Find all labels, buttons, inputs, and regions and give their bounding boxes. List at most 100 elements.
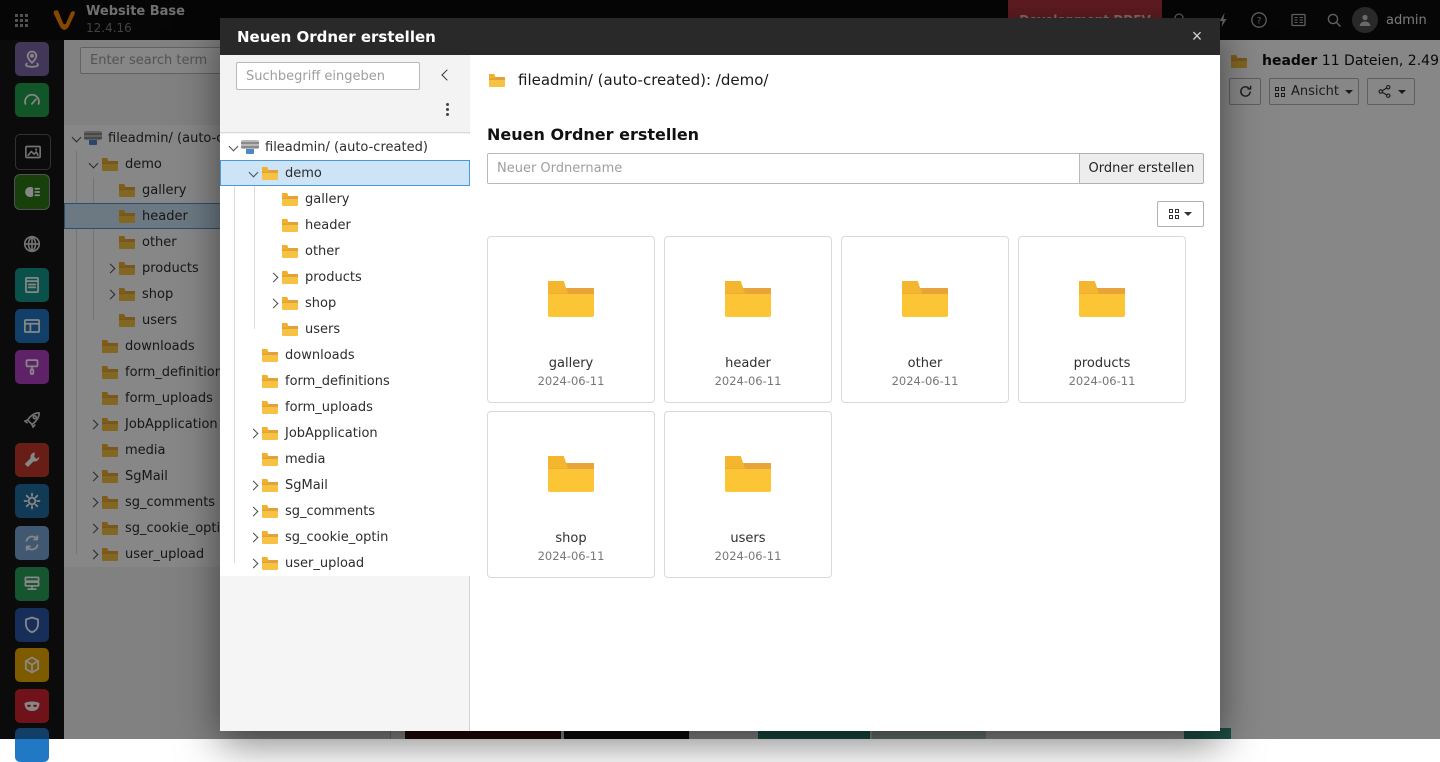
create-folder-modal: Neuen Ordner erstellen × fileadmin/ (aut… <box>220 18 1220 731</box>
tree-item-label: form_definitions <box>285 374 390 389</box>
tree-item-header[interactable]: header <box>220 212 470 238</box>
modal-tree-search-input[interactable] <box>236 62 420 90</box>
folder-icon <box>262 349 278 362</box>
modal-title: Neuen Ordner erstellen <box>237 28 436 46</box>
folder-icon <box>262 427 278 440</box>
tree-item-label: JobApplication <box>285 426 378 441</box>
create-folder-button[interactable]: Ordner erstellen <box>1080 153 1204 184</box>
folder-icon <box>725 237 771 354</box>
modal-tree-toolbar <box>220 55 470 133</box>
folder-tile-date: 2024-06-11 <box>538 374 605 388</box>
folder-icon <box>1079 237 1125 354</box>
chevron-down-icon[interactable] <box>227 145 240 150</box>
modal-file-tree: fileadmin/ (auto-created) demo gallery head… <box>220 134 470 576</box>
folder-tile-date: 2024-06-11 <box>538 549 605 563</box>
tree-item-label: products <box>305 270 362 285</box>
tree-item-sg_comments[interactable]: sg_comments <box>220 498 470 524</box>
tree-item-fileadmin-auto-created-[interactable]: fileadmin/ (auto-created) <box>220 134 470 160</box>
folder-icon <box>548 412 594 529</box>
tree-item-label: demo <box>285 166 322 181</box>
folder-icon <box>282 219 298 232</box>
tree-item-label: other <box>305 244 340 259</box>
breadcrumb: fileadmin/ (auto-created): /demo/ <box>487 71 768 89</box>
collapse-panel-button[interactable] <box>436 64 458 86</box>
tree-item-other[interactable]: other <box>220 238 470 264</box>
folder-tile-header[interactable]: header 2024-06-11 <box>664 236 832 403</box>
new-folder-form: Ordner erstellen <box>487 153 1204 184</box>
tree-item-label: sg_cookie_optin <box>285 530 388 545</box>
folder-tile-products[interactable]: products2024-06-11 <box>1018 236 1186 403</box>
storage-icon <box>241 140 259 154</box>
folder-tile-date: 2024-06-11 <box>1069 374 1136 388</box>
folder-icon <box>262 505 278 518</box>
folder-icon <box>282 193 298 206</box>
chevron-right-icon[interactable] <box>247 430 260 437</box>
tree-item-label: header <box>305 218 351 233</box>
folder-icon <box>262 401 278 414</box>
tree-item-label: SgMail <box>285 478 328 493</box>
folder-icon <box>262 479 278 492</box>
tree-options-button[interactable] <box>438 97 456 121</box>
tree-item-SgMail[interactable]: SgMail <box>220 472 470 498</box>
folder-tile-name: gallery <box>549 356 593 371</box>
tree-item-products[interactable]: products <box>220 264 470 290</box>
tree-item-users[interactable]: users <box>220 316 470 342</box>
tree-item-downloads[interactable]: downloads <box>220 342 470 368</box>
tree-item-label: user_upload <box>285 556 364 571</box>
tiles-view-icon <box>1169 209 1179 219</box>
folder-tile-date: 2024-06-11 <box>715 549 782 563</box>
folder-tile-other[interactable]: other2024-06-11 <box>841 236 1009 403</box>
chevron-right-icon[interactable] <box>267 274 280 281</box>
typo3-backend: Website Base 12.4.16 Development DDEV ? … <box>0 0 1440 739</box>
tree-item-sg_cookie_optin[interactable]: sg_cookie_optin <box>220 524 470 550</box>
chevron-right-icon[interactable] <box>247 534 260 541</box>
folder-icon <box>282 297 298 310</box>
folder-icon <box>282 271 298 284</box>
tree-item-label: sg_comments <box>285 504 375 519</box>
folder-icon <box>262 531 278 544</box>
view-mode-button[interactable] <box>1157 201 1204 227</box>
breadcrumb-path: fileadmin/ (auto-created): /demo/ <box>518 71 768 89</box>
tree-item-JobApplication[interactable]: JobApplication <box>220 420 470 446</box>
chevron-down-icon[interactable] <box>247 171 260 176</box>
folder-icon <box>548 237 594 354</box>
folder-icon <box>262 375 278 388</box>
tree-item-label: users <box>305 322 340 337</box>
folder-tile-date: 2024-06-11 <box>715 374 782 388</box>
chevron-left-icon <box>441 69 452 80</box>
tree-item-form_definitions[interactable]: form_definitions <box>220 368 470 394</box>
folder-tile-gallery[interactable]: gallery 2024-06-11 <box>487 236 655 403</box>
folder-icon <box>902 237 948 354</box>
folder-icon <box>262 557 278 570</box>
chevron-right-icon[interactable] <box>247 508 260 515</box>
tree-item-label: gallery <box>305 192 349 207</box>
chevron-right-icon[interactable] <box>267 300 280 307</box>
chevron-right-icon[interactable] <box>247 482 260 489</box>
tree-item-form_uploads[interactable]: form_uploads <box>220 394 470 420</box>
folder-tile-date: 2024-06-11 <box>892 374 959 388</box>
folder-tile-users[interactable]: users 2024-06-11 <box>664 411 832 578</box>
tree-item-demo[interactable]: demo <box>220 160 470 186</box>
tree-item-shop[interactable]: shop <box>220 290 470 316</box>
caret-down-icon <box>1184 212 1192 216</box>
kebab-menu-icon <box>446 103 449 116</box>
tree-item-label: media <box>285 452 326 467</box>
tree-item-label: downloads <box>285 348 355 363</box>
folder-tile-name: header <box>725 356 771 371</box>
folder-tile-shop[interactable]: shop 2024-06-11 <box>487 411 655 578</box>
tree-item-label: form_uploads <box>285 400 373 415</box>
folder-icon <box>725 412 771 529</box>
tree-item-label: shop <box>305 296 336 311</box>
folder-tile-name: users <box>730 531 765 546</box>
chevron-right-icon[interactable] <box>247 560 260 567</box>
new-folder-name-input[interactable] <box>487 153 1080 184</box>
folder-tile-name: shop <box>555 531 586 546</box>
tree-item-gallery[interactable]: gallery <box>220 186 470 212</box>
folder-icon <box>282 323 298 336</box>
folder-icon <box>489 74 505 87</box>
modal-main: fileadmin/ (auto-created): /demo/ Neuen … <box>470 55 1220 731</box>
tree-item-user_upload[interactable]: user_upload <box>220 550 470 576</box>
tree-item-media[interactable]: media <box>220 446 470 472</box>
modal-tree-panel: fileadmin/ (auto-created) demo gallery head… <box>220 55 470 731</box>
modal-close-button[interactable]: × <box>1184 23 1210 49</box>
